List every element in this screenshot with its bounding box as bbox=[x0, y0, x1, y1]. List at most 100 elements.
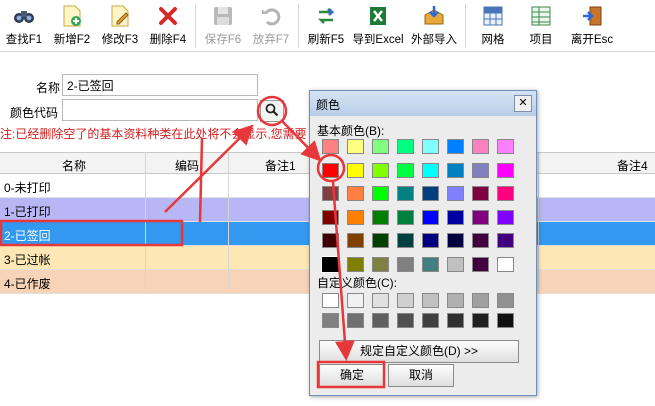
basic-color-swatch[interactable] bbox=[422, 162, 439, 178]
basic-color-swatch[interactable] bbox=[397, 233, 414, 248]
custom-color-swatch[interactable] bbox=[447, 313, 464, 328]
column-header-code[interactable]: 编码 bbox=[175, 157, 199, 174]
basic-color-swatch[interactable] bbox=[422, 209, 439, 225]
basic-color-swatch[interactable] bbox=[472, 209, 489, 225]
project-button[interactable]: 项目 bbox=[517, 0, 565, 52]
basic-color-swatch[interactable] bbox=[497, 186, 514, 201]
exit-door-icon bbox=[579, 4, 605, 28]
basic-color-swatch[interactable] bbox=[372, 186, 389, 201]
basic-color-swatch[interactable] bbox=[447, 162, 464, 178]
basic-color-swatch[interactable] bbox=[347, 256, 364, 272]
grid-button[interactable]: 网格 bbox=[469, 0, 517, 52]
basic-color-swatch[interactable] bbox=[372, 162, 389, 178]
custom-color-swatch[interactable] bbox=[372, 293, 389, 308]
basic-color-swatch[interactable] bbox=[472, 186, 489, 201]
column-divider bbox=[228, 152, 229, 290]
basic-color-swatch[interactable] bbox=[447, 186, 464, 201]
warning-note: 注:已经删除空了的基本资料种类在此处将不会显示,您需要 bbox=[0, 127, 307, 141]
custom-color-swatch[interactable] bbox=[472, 293, 489, 308]
add-button-label: 新增F2 bbox=[53, 34, 91, 46]
refresh-button[interactable]: 刷新F5 bbox=[302, 0, 350, 52]
dialog-title: 颜色 bbox=[316, 98, 341, 112]
basic-color-swatch[interactable] bbox=[447, 139, 464, 154]
basic-color-swatch[interactable] bbox=[322, 186, 339, 201]
new-document-icon bbox=[59, 4, 85, 28]
basic-color-swatch[interactable] bbox=[472, 256, 489, 272]
basic-color-swatch[interactable] bbox=[472, 139, 489, 154]
custom-color-swatch[interactable] bbox=[372, 313, 389, 328]
toolbar-separator bbox=[298, 4, 299, 48]
basic-color-swatch[interactable] bbox=[322, 162, 339, 178]
basic-color-swatch[interactable] bbox=[397, 139, 414, 154]
basic-color-swatch[interactable] bbox=[347, 233, 364, 248]
export-excel-button[interactable]: 导到Excel bbox=[350, 0, 406, 52]
column-header-name[interactable]: 名称 bbox=[62, 157, 86, 174]
basic-color-swatch[interactable] bbox=[497, 139, 514, 154]
basic-color-swatch[interactable] bbox=[372, 209, 389, 225]
custom-color-swatch[interactable] bbox=[497, 293, 514, 308]
basic-color-swatch[interactable] bbox=[321, 255, 340, 273]
color-code-field[interactable] bbox=[62, 99, 258, 121]
custom-color-swatch[interactable] bbox=[347, 313, 364, 328]
delete-button[interactable]: 删除F4 bbox=[144, 0, 192, 52]
basic-color-swatch[interactable] bbox=[497, 256, 514, 272]
basic-color-swatch[interactable] bbox=[497, 233, 514, 248]
custom-color-swatch[interactable] bbox=[422, 293, 439, 308]
custom-color-swatch[interactable] bbox=[397, 293, 414, 308]
column-header-remark1[interactable]: 备注1 bbox=[265, 157, 296, 174]
import-button[interactable]: 外部导入 bbox=[406, 0, 462, 52]
basic-color-swatch[interactable] bbox=[497, 209, 514, 225]
basic-color-swatch[interactable] bbox=[347, 209, 364, 225]
custom-color-swatch[interactable] bbox=[422, 313, 439, 328]
exit-button[interactable]: 离开Esc bbox=[565, 0, 619, 52]
cancel-button[interactable]: 取消 bbox=[388, 364, 454, 387]
column-divider bbox=[538, 152, 539, 290]
edit-button-label: 修改F3 bbox=[101, 34, 139, 46]
basic-color-swatch[interactable] bbox=[422, 139, 439, 154]
basic-color-swatch[interactable] bbox=[372, 139, 389, 154]
basic-color-swatch[interactable] bbox=[347, 162, 364, 178]
discard-button[interactable]: 放弃F7 bbox=[247, 0, 295, 52]
add-button[interactable]: 新增F2 bbox=[48, 0, 96, 52]
basic-color-swatch[interactable] bbox=[347, 186, 364, 201]
basic-color-swatch[interactable] bbox=[372, 256, 389, 272]
basic-color-swatch[interactable] bbox=[422, 233, 439, 248]
custom-color-swatch[interactable] bbox=[397, 313, 414, 328]
find-button[interactable]: 查找F1 bbox=[0, 0, 48, 52]
basic-color-swatch[interactable] bbox=[472, 233, 489, 248]
basic-color-swatch[interactable] bbox=[447, 233, 464, 248]
basic-color-swatch[interactable] bbox=[447, 209, 464, 225]
import-box-icon bbox=[421, 4, 447, 28]
column-header-remark4[interactable]: 备注4 bbox=[617, 157, 648, 174]
custom-color-swatch[interactable] bbox=[472, 313, 489, 328]
custom-color-swatch[interactable] bbox=[322, 313, 339, 328]
custom-color-swatch[interactable] bbox=[447, 293, 464, 308]
basic-color-swatch[interactable] bbox=[422, 186, 439, 201]
basic-color-swatch[interactable] bbox=[322, 139, 339, 154]
basic-color-swatch[interactable] bbox=[497, 162, 514, 178]
custom-color-swatch[interactable] bbox=[497, 313, 514, 328]
basic-color-swatch[interactable] bbox=[347, 139, 364, 154]
basic-color-swatch[interactable] bbox=[372, 233, 389, 248]
close-icon[interactable]: ✕ bbox=[514, 95, 532, 112]
find-button-label: 查找F1 bbox=[5, 34, 43, 46]
basic-color-swatch[interactable] bbox=[397, 162, 414, 178]
define-custom-colors-button[interactable]: 规定自定义颜色(D) >> bbox=[319, 340, 519, 363]
basic-color-swatch[interactable] bbox=[422, 256, 439, 272]
ok-button[interactable]: 确定 bbox=[319, 364, 385, 387]
basic-color-swatch[interactable] bbox=[447, 256, 464, 272]
name-field[interactable]: 2-已签回 bbox=[62, 74, 258, 96]
basic-color-swatch[interactable] bbox=[397, 209, 414, 225]
basic-color-swatch[interactable] bbox=[322, 233, 339, 248]
exit-button-label: 离开Esc bbox=[570, 34, 614, 46]
edit-button[interactable]: 修改F3 bbox=[96, 0, 144, 52]
save-button[interactable]: 保存F6 bbox=[199, 0, 247, 52]
basic-color-swatch[interactable] bbox=[397, 186, 414, 201]
color-picker-button[interactable] bbox=[260, 100, 284, 122]
row-name-cell: 0-未打印 bbox=[4, 181, 51, 195]
basic-color-swatch[interactable] bbox=[397, 256, 414, 272]
basic-color-swatch[interactable] bbox=[472, 162, 489, 178]
basic-color-swatch[interactable] bbox=[322, 209, 339, 225]
custom-color-swatch[interactable] bbox=[347, 293, 364, 308]
custom-color-swatch[interactable] bbox=[322, 293, 339, 308]
